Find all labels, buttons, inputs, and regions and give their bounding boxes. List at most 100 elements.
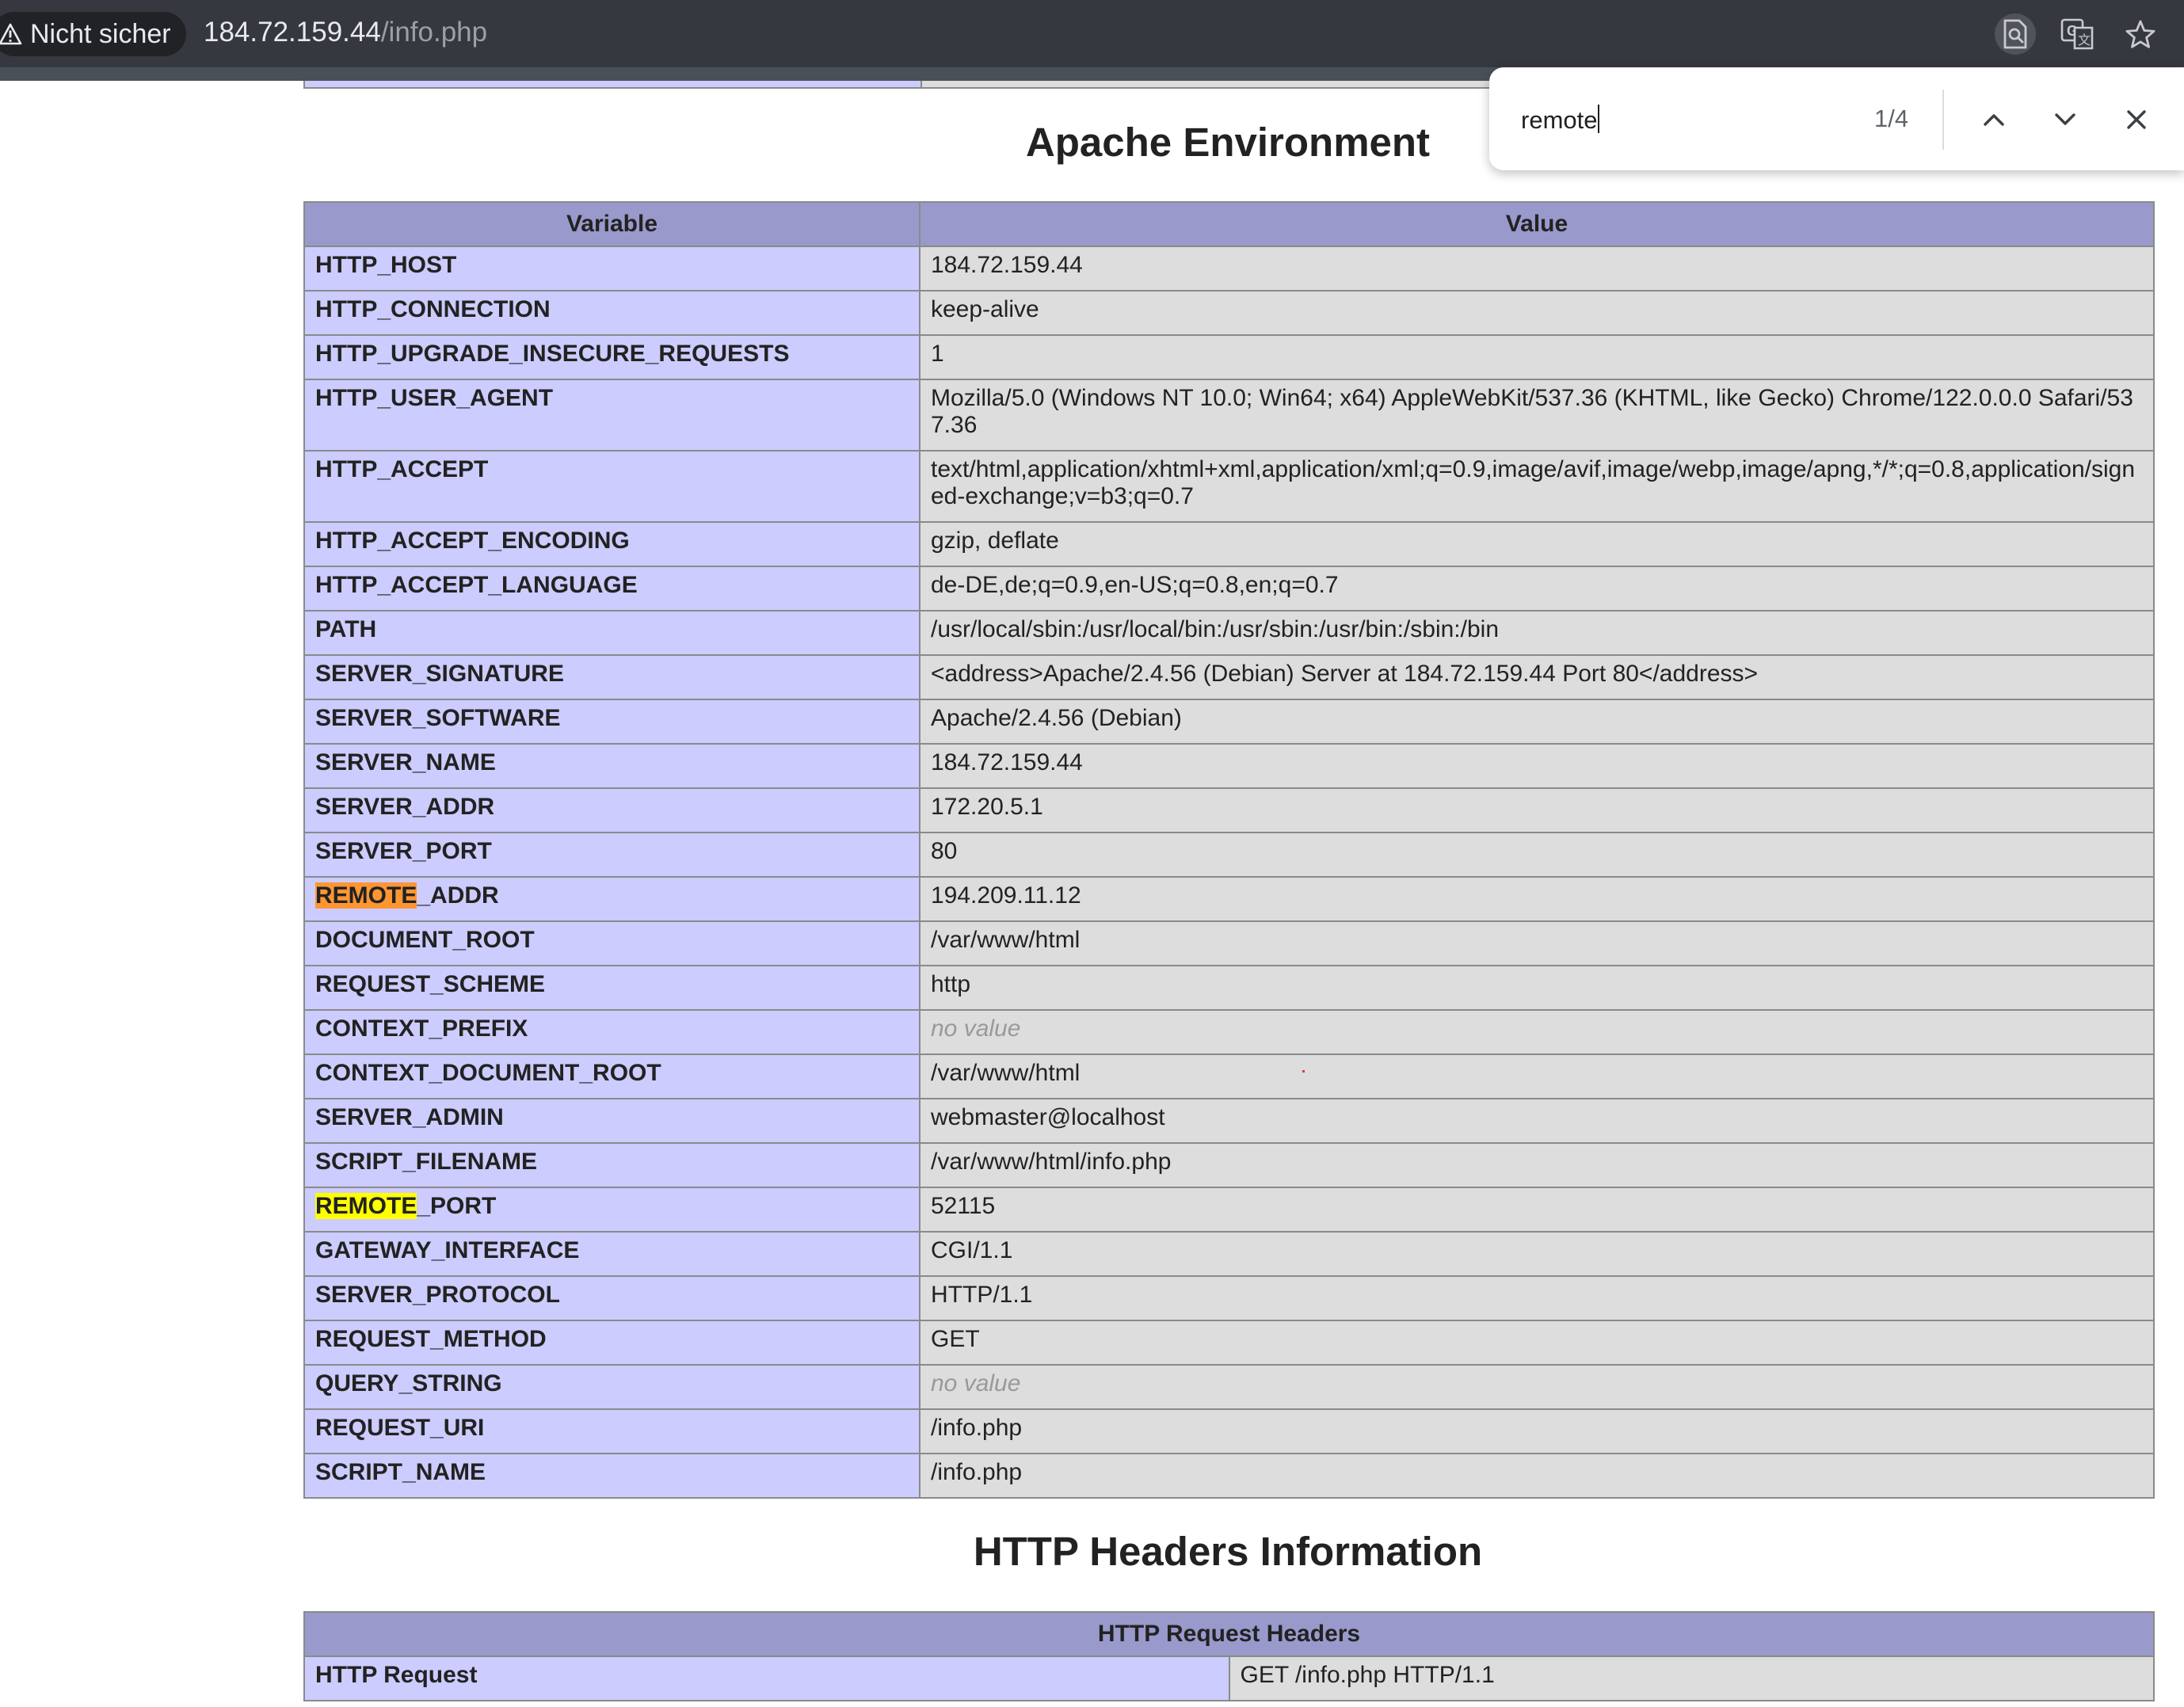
variable-value: http <box>919 965 2155 1011</box>
variable-name: HTTP_UPGRADE_INSECURE_REQUESTS <box>303 334 920 380</box>
table-row: HTTP_UPGRADE_INSECURE_REQUESTS 1 <box>303 334 2155 380</box>
find-input[interactable]: remote <box>1521 105 1600 135</box>
variable-value: GET <box>919 1320 2155 1366</box>
table-row: REQUEST_URI/info.php <box>303 1408 2155 1454</box>
security-label: Nicht sicher <box>30 18 171 49</box>
url-path: /info.php <box>380 17 488 48</box>
variable-value: /var/www/html <box>919 920 2155 966</box>
url-field[interactable]: 184.72.159.44/info.php <box>204 17 487 48</box>
table-row: HTTP_ACCEPT_LANGUAGE de-DE,de;q=0.9,en-US… <box>303 566 2155 612</box>
stray-pixel <box>1302 1070 1305 1073</box>
variable-value: CGI/1.1 <box>919 1231 2155 1277</box>
variable-name: HTTP_USER_AGENT <box>303 379 920 452</box>
variable-name: HTTP_CONNECTION <box>303 290 920 336</box>
table-row: REQUEST_SCHEME http <box>303 965 2155 1011</box>
text-caret <box>1598 105 1600 133</box>
variable-name: QUERY_STRING <box>303 1364 920 1410</box>
find-query: remote <box>1521 106 1598 134</box>
variable-value: 80 <box>919 832 2155 878</box>
browser-address-bar: Nicht sicher 184.72.159.44/info.php G 文 <box>0 0 2184 67</box>
variable-value: 184.72.159.44 <box>919 743 2155 789</box>
http-request-headers-header: HTTP Request Headers <box>303 1611 2155 1657</box>
table-row: SERVER_SOFTWARE Apache/2.4.56 (Debian) <box>303 699 2155 745</box>
variable-name: SCRIPT_NAME <box>303 1453 920 1499</box>
table-row: QUERY_STRING no value <box>303 1364 2155 1410</box>
variable-value: 172.20.5.1 <box>919 787 2155 833</box>
table-row: GATEWAY_INTERFACE CGI/1.1 <box>303 1231 2155 1277</box>
variable-value: gzip, deflate <box>919 521 2155 567</box>
variable-value: /var/www/html/info.php <box>919 1142 2155 1188</box>
table-row: PATH/usr/local/sbin:/usr/local/bin:/usr/… <box>303 610 2155 656</box>
variable-header: Variable <box>303 201 920 247</box>
table-row: HTTP_ACCEPT_ENCODING gzip, deflate <box>303 521 2155 567</box>
variable-value: Apache/2.4.56 (Debian) <box>919 699 2155 745</box>
table-row: SERVER_NAME 184.72.159.44 <box>303 743 2155 789</box>
table-row: HTTP_CONNECTION keep-alive <box>303 290 2155 336</box>
variable-name: SERVER_PORT <box>303 832 920 878</box>
variable-name: CONTEXT_DOCUMENT_ROOT <box>303 1054 920 1099</box>
variable-value: /var/www/html <box>919 1054 2155 1099</box>
find-in-page-bar: remote 1/4 <box>1489 67 2184 170</box>
variable-name: HTTP_HOST <box>303 246 920 291</box>
http-request-headers-table: HTTP Request Headers HTTP Request GET /i… <box>303 1611 2155 1701</box>
url-host: 184.72.159.44 <box>204 17 381 48</box>
variable-name: CONTEXT_PREFIX <box>303 1009 920 1055</box>
translate-icon: G 文 <box>2060 18 2094 50</box>
table-row: HTTP_ACCEPT text/html,application/xhtml+x… <box>303 450 2155 523</box>
bookmark-button[interactable] <box>2120 13 2161 55</box>
chevron-down-icon <box>2055 113 2075 125</box>
variable-value: 52115 <box>919 1187 2155 1233</box>
find-close-button[interactable] <box>2114 97 2159 142</box>
variable-name: REMOTE_PORT <box>303 1187 920 1233</box>
warning-icon <box>0 23 22 45</box>
variable-name: REMOTE_ADDR <box>303 876 920 922</box>
variable-value: text/html,application/xhtml+xml,applicat… <box>919 450 2155 523</box>
page-search-button[interactable] <box>1995 13 2036 55</box>
table-row: CONTEXT_PREFIX no value <box>303 1009 2155 1055</box>
find-next-button[interactable] <box>2043 97 2087 142</box>
variable-name: REQUEST_SCHEME <box>303 965 920 1011</box>
table-row: SERVER_ADDR 172.20.5.1 <box>303 787 2155 833</box>
no-value-label: no value <box>931 1370 1021 1396</box>
chevron-up-icon <box>1984 114 2004 126</box>
table-row: SERVER_ADMIN webmaster@localhost <box>303 1098 2155 1144</box>
variable-value-empty: no value <box>919 1364 2155 1410</box>
variable-value: Mozilla/5.0 (Windows NT 10.0; Win64; x64… <box>919 379 2155 452</box>
variable-value: <address>Apache/2.4.56 (Debian) Server a… <box>919 654 2155 700</box>
find-match: REMOTE <box>315 1193 417 1219</box>
table-row: HTTP_HOST 184.72.159.44 <box>303 246 2155 291</box>
apache-environment-table: Variable Value HTTP_HOST 184.72.159.44 HTT… <box>303 201 2155 1499</box>
variable-name: REQUEST_METHOD <box>303 1320 920 1366</box>
variable-value: webmaster@localhost <box>919 1098 2155 1144</box>
variable-value: de-DE,de;q=0.9,en-US;q=0.8,en;q=0.7 <box>919 566 2155 612</box>
security-indicator[interactable]: Nicht sicher <box>0 12 186 56</box>
table-row: CONTEXT_DOCUMENT_ROOT/var/www/html <box>303 1054 2155 1099</box>
variable-value: keep-alive <box>919 290 2155 336</box>
variable-name-rest: _ADDR <box>417 882 499 909</box>
translate-button[interactable]: G 文 <box>2057 13 2098 55</box>
variable-name: SERVER_SIGNATURE <box>303 654 920 700</box>
find-previous-button[interactable] <box>1972 97 2016 142</box>
table-row: SERVER_SIGNATURE <address>Apache/2.4.56 (… <box>303 654 2155 700</box>
header-name: HTTP Request <box>303 1656 1230 1701</box>
variable-name: HTTP_ACCEPT <box>303 450 920 523</box>
table-header-row: Variable Value <box>303 201 2155 247</box>
variable-value: HTTP/1.1 <box>919 1275 2155 1321</box>
find-divider <box>1942 90 1944 150</box>
variable-name: SCRIPT_FILENAME <box>303 1142 920 1188</box>
find-match-count: 1/4 <box>1874 105 1909 132</box>
variable-name: REQUEST_URI <box>303 1408 920 1454</box>
table-row: REMOTE_ADDR 194.209.11.12 <box>303 876 2155 922</box>
http-headers-title: HTTP Headers Information <box>973 1529 1483 1574</box>
svg-text:文: 文 <box>2078 32 2091 48</box>
variable-name: SERVER_ADMIN <box>303 1098 920 1144</box>
close-icon <box>2127 110 2146 129</box>
variable-value: 1 <box>919 334 2155 380</box>
variable-value: 184.72.159.44 <box>919 246 2155 291</box>
variable-name: SERVER_SOFTWARE <box>303 699 920 745</box>
variable-value-empty: no value <box>919 1009 2155 1055</box>
table-row: SERVER_PORT 80 <box>303 832 2155 878</box>
variable-name: HTTP_ACCEPT_LANGUAGE <box>303 566 920 612</box>
variable-name: SERVER_NAME <box>303 743 920 789</box>
page-content: Apache Environment Variable Value HTTP_H… <box>0 0 2184 1707</box>
